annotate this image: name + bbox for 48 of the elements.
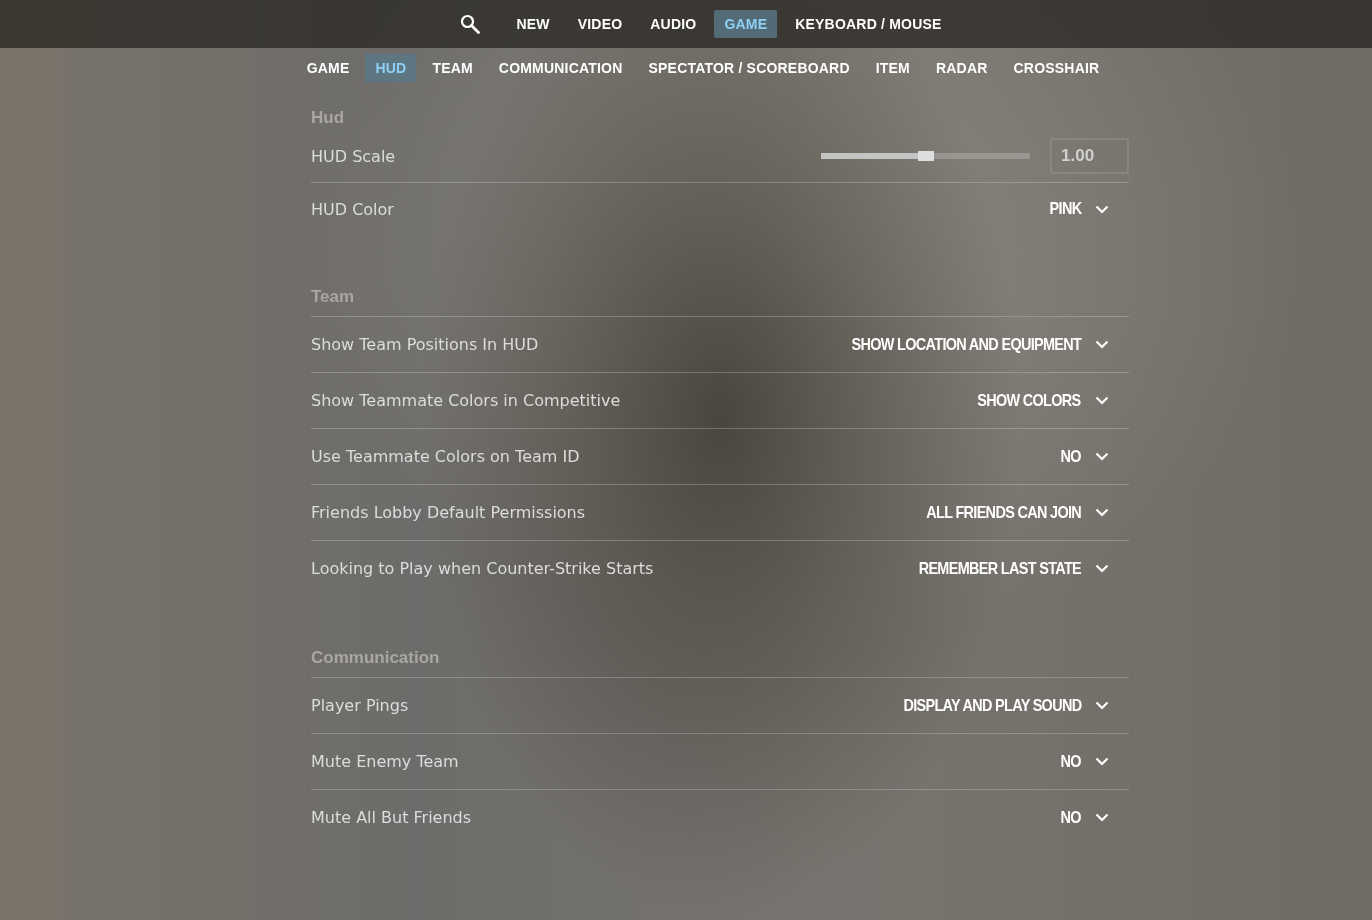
dropdown[interactable]: SHOW COLORS [959, 390, 1129, 411]
chevron-down-icon [1095, 757, 1109, 766]
section-heading: Team [311, 287, 1129, 317]
setting-label: Mute All But Friends [311, 808, 473, 827]
nav-tab[interactable]: KEYBOARD / MOUSE [785, 10, 952, 38]
nav-tab[interactable]: TEAM [422, 54, 483, 82]
dropdown[interactable]: DISPLAY AND PLAY SOUND [871, 695, 1129, 716]
nav-tab[interactable]: AUDIO [640, 10, 707, 38]
chevron-down-icon [1095, 204, 1109, 214]
slider-thumb[interactable] [917, 151, 934, 161]
setting-label: Use Teammate Colors on Team ID [311, 447, 581, 466]
section-heading: Communication [311, 648, 1129, 678]
nav-tab[interactable]: CROSSHAIR [1003, 54, 1110, 82]
nav-tab[interactable]: RADAR [926, 54, 998, 82]
search-icon[interactable] [460, 14, 481, 34]
setting-label: Show Team Positions In HUD [311, 335, 540, 354]
nav-tab[interactable]: NEW [506, 10, 560, 38]
dropdown[interactable]: SHOW LOCATION AND EQUIPMENT [810, 334, 1129, 355]
chevron-down-icon [1095, 813, 1109, 822]
setting-label: Looking to Play when Counter-Strike Starts [311, 559, 655, 578]
setting-label: Show Teammate Colors in Competitive [311, 391, 622, 410]
nav-tab[interactable]: SPECTATOR / SCOREBOARD [638, 54, 860, 82]
chevron-down-icon [1095, 701, 1109, 710]
setting-label: Mute Enemy Team [311, 752, 460, 771]
chevron-down-icon [1095, 396, 1109, 405]
dropdown[interactable]: NO [1057, 446, 1129, 467]
nav-tab[interactable]: COMMUNICATION [488, 54, 633, 82]
nav-tab[interactable]: ITEM [865, 54, 920, 82]
setting-label: HUD Color [311, 199, 395, 219]
value-field[interactable]: 1.00 [1050, 138, 1129, 174]
dropdown[interactable]: ALL FRIENDS CAN JOIN [898, 502, 1129, 523]
nav-tab[interactable]: GAME [296, 54, 360, 82]
nav-tab[interactable]: HUD [365, 54, 417, 82]
setting-label: Friends Lobby Default Permissions [311, 503, 587, 522]
chevron-down-icon [1095, 340, 1109, 349]
dropdown[interactable]: PINK [1043, 199, 1129, 219]
slider-track[interactable] [821, 153, 1030, 159]
chevron-down-icon [1095, 508, 1109, 517]
dropdown[interactable]: REMEMBER LAST STATE [890, 558, 1129, 579]
chevron-down-icon [1095, 452, 1109, 461]
chevron-down-icon [1095, 564, 1109, 573]
dropdown[interactable]: NO [1057, 751, 1129, 772]
section-heading: Hud [311, 108, 346, 129]
setting-label: Player Pings [311, 696, 410, 715]
setting-label: HUD Scale [311, 146, 397, 166]
nav-tab[interactable]: GAME [714, 10, 778, 38]
nav-tab[interactable]: VIDEO [567, 10, 633, 38]
dropdown[interactable]: NO [1057, 807, 1129, 828]
